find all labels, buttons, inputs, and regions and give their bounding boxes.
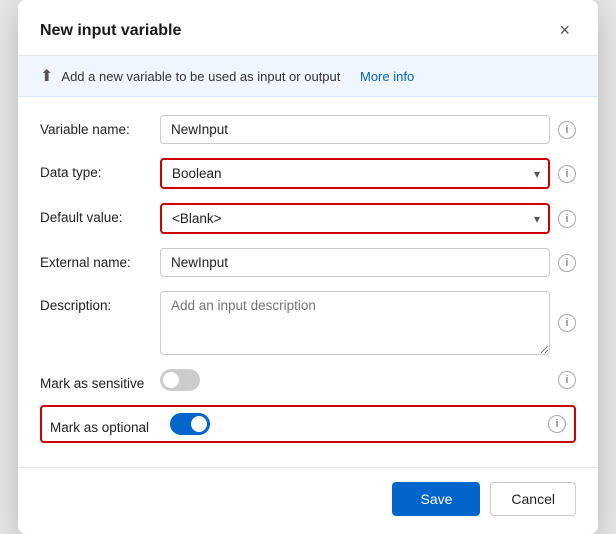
mark-sensitive-row: Mark as sensitive i [40, 369, 576, 391]
mark-optional-info-icon: i [548, 415, 566, 433]
default-value-control: <Blank> True False ▾ i [160, 203, 576, 234]
variable-name-info-icon: i [558, 121, 576, 139]
mark-optional-row: Mark as optional i [50, 413, 566, 435]
data-type-label: Data type: [40, 158, 160, 180]
upload-icon: ⬆ [40, 66, 53, 86]
external-name-row: External name: i [40, 248, 576, 277]
mark-optional-toggle[interactable] [170, 413, 210, 435]
dialog-footer: Save Cancel [18, 467, 598, 534]
info-banner: ⬆ Add a new variable to be used as input… [18, 56, 598, 97]
external-name-control: i [160, 248, 576, 277]
mark-optional-toggle-wrap [170, 413, 210, 435]
default-value-select-wrap: <Blank> True False ▾ [160, 203, 550, 234]
form-body: Variable name: i Data type: Boolean Text… [18, 97, 598, 467]
variable-name-row: Variable name: i [40, 115, 576, 144]
description-textarea[interactable] [160, 291, 550, 355]
dialog-title: New input variable [40, 22, 181, 40]
description-row: Description: i [40, 291, 576, 355]
variable-name-input[interactable] [160, 115, 550, 144]
save-button[interactable]: Save [392, 482, 480, 516]
data-type-info-icon: i [558, 165, 576, 183]
banner-text: Add a new variable to be used as input o… [61, 69, 340, 84]
new-input-variable-dialog: New input variable × ⬆ Add a new variabl… [18, 0, 598, 534]
external-name-label: External name: [40, 248, 160, 270]
default-value-select[interactable]: <Blank> True False [160, 203, 550, 234]
variable-name-label: Variable name: [40, 115, 160, 137]
mark-sensitive-label: Mark as sensitive [40, 369, 160, 391]
default-value-label: Default value: [40, 203, 160, 225]
external-name-info-icon: i [558, 254, 576, 272]
mark-optional-control: i [170, 413, 566, 435]
data-type-select-wrap: Boolean Text Number Date List ▾ [160, 158, 550, 189]
cancel-button[interactable]: Cancel [490, 482, 576, 516]
mark-optional-label: Mark as optional [50, 413, 170, 435]
mark-sensitive-control: i [160, 369, 576, 391]
variable-name-control: i [160, 115, 576, 144]
mark-optional-highlight: Mark as optional i [40, 405, 576, 443]
mark-sensitive-info-icon: i [558, 371, 576, 389]
description-label: Description: [40, 291, 160, 313]
more-info-link[interactable]: More info [360, 69, 414, 84]
external-name-input[interactable] [160, 248, 550, 277]
default-value-row: Default value: <Blank> True False ▾ i [40, 203, 576, 234]
data-type-control: Boolean Text Number Date List ▾ i [160, 158, 576, 189]
description-info-icon: i [558, 314, 576, 332]
mark-optional-slider [170, 413, 210, 435]
mark-sensitive-slider [160, 369, 200, 391]
mark-sensitive-toggle-wrap [160, 369, 200, 391]
data-type-select[interactable]: Boolean Text Number Date List [160, 158, 550, 189]
dialog-header: New input variable × [18, 0, 598, 56]
mark-sensitive-toggle[interactable] [160, 369, 200, 391]
description-control: i [160, 291, 576, 355]
default-value-info-icon: i [558, 210, 576, 228]
close-button[interactable]: × [553, 18, 576, 43]
data-type-row: Data type: Boolean Text Number Date List… [40, 158, 576, 189]
